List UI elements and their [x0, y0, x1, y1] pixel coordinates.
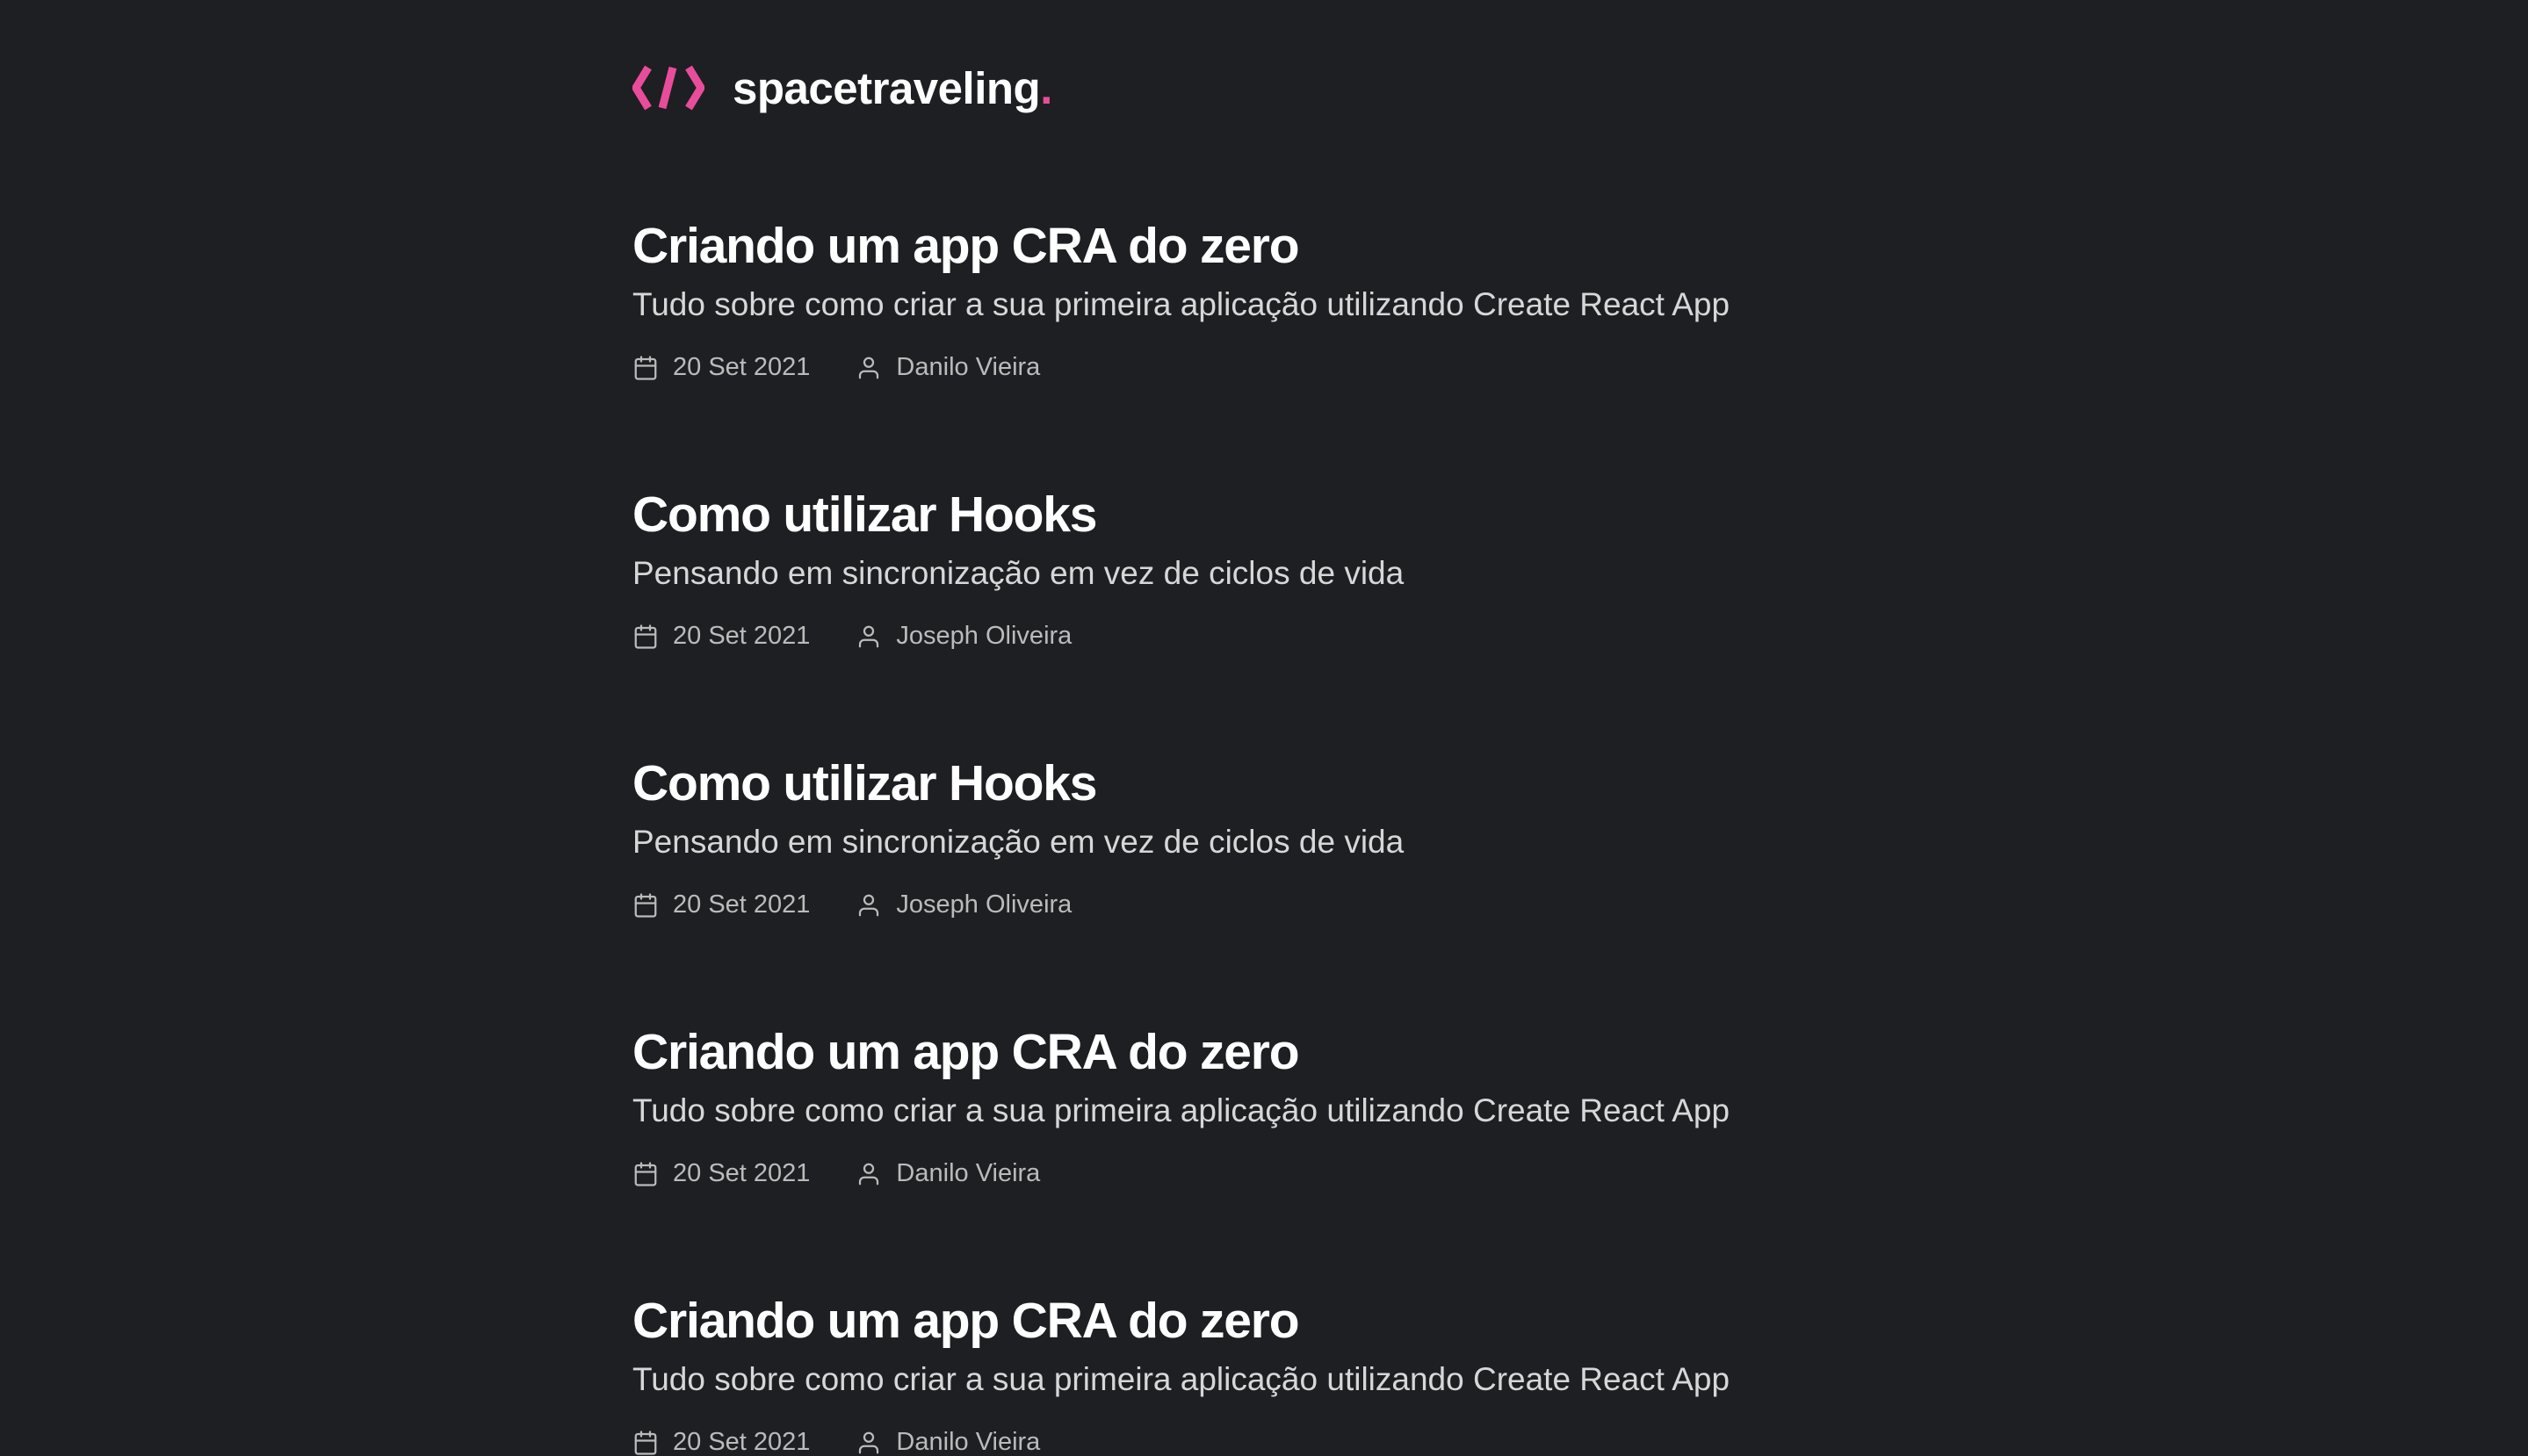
post-info: 20 Set 2021 Danilo Vieira: [632, 355, 1897, 381]
brand-name: spacetraveling: [733, 62, 1041, 113]
post-date: 20 Set 2021: [632, 623, 810, 650]
calendar-icon: [634, 893, 657, 918]
user-icon: [859, 894, 879, 917]
post-info: 20 Set 2021 Joseph Oliveira: [632, 623, 1897, 650]
post-info: 20 Set 2021 Danilo Vieira: [632, 1161, 1897, 1187]
post-subtitle: Pensando em sincronização em vez de cicl…: [632, 555, 1405, 591]
post-item[interactable]: Como utilizar Hooks Pensando em sincroni…: [632, 759, 1897, 919]
post-author-text: Danilo Vieira: [896, 1159, 1041, 1188]
post-title: Como utilizar Hooks: [632, 487, 1097, 543]
post-author-text: Danilo Vieira: [896, 353, 1041, 382]
post-date: 20 Set 2021: [632, 355, 810, 381]
post-title: Como utilizar Hooks: [632, 755, 1097, 811]
user-icon: [859, 1431, 879, 1454]
post-author: Danilo Vieira: [856, 1161, 1040, 1187]
post-subtitle: Tudo sobre como criar a sua primeira apl…: [632, 1092, 1730, 1128]
code-brackets-icon: [632, 65, 704, 111]
post-date: 20 Set 2021: [632, 892, 810, 919]
post-date-text: 20 Set 2021: [673, 622, 811, 651]
calendar-icon: [634, 1162, 657, 1186]
post-title: Criando um app CRA do zero: [632, 1024, 1300, 1080]
post-author-text: Joseph Oliveira: [896, 622, 1073, 651]
calendar-icon: [634, 356, 657, 380]
post-author: Danilo Vieira: [856, 355, 1040, 381]
home-link[interactable]: spacetraveling .: [632, 64, 1052, 112]
user-icon: [859, 1163, 879, 1186]
post-date-text: 20 Set 2021: [673, 890, 811, 919]
calendar-icon: [634, 624, 657, 649]
post-author-text: Joseph Oliveira: [896, 890, 1073, 919]
post-title: Criando um app CRA do zero: [632, 218, 1300, 274]
post-item[interactable]: Criando um app CRA do zero Tudo sobre co…: [632, 1027, 1897, 1187]
post-author-text: Danilo Vieira: [896, 1428, 1041, 1456]
post-author: Joseph Oliveira: [856, 892, 1072, 919]
post-subtitle: Tudo sobre como criar a sua primeira apl…: [632, 286, 1730, 322]
post-item[interactable]: Criando um app CRA do zero Tudo sobre co…: [632, 1296, 1897, 1456]
post-date: 20 Set 2021: [632, 1161, 810, 1187]
post-subtitle: Pensando em sincronização em vez de cicl…: [632, 824, 1405, 860]
post-item[interactable]: Como utilizar Hooks Pensando em sincroni…: [632, 490, 1897, 650]
post-date-text: 20 Set 2021: [673, 1159, 811, 1188]
post-info: 20 Set 2021 Joseph Oliveira: [632, 892, 1897, 919]
calendar-icon: [634, 1431, 657, 1455]
post-date-text: 20 Set 2021: [673, 353, 811, 382]
post-date: 20 Set 2021: [632, 1430, 810, 1456]
post-info: 20 Set 2021 Danilo Vieira: [632, 1430, 1897, 1456]
post-item[interactable]: Criando um app CRA do zero Tudo sobre co…: [632, 221, 1897, 381]
site-header: spacetraveling .: [632, 61, 1052, 114]
brand-dot: .: [1040, 62, 1053, 113]
post-subtitle: Tudo sobre como criar a sua primeira apl…: [632, 1361, 1730, 1397]
post-date-text: 20 Set 2021: [673, 1428, 811, 1456]
user-icon: [859, 357, 879, 379]
post-author: Danilo Vieira: [856, 1430, 1040, 1456]
post-title: Criando um app CRA do zero: [632, 1293, 1300, 1349]
user-icon: [859, 625, 879, 648]
post-author: Joseph Oliveira: [856, 623, 1072, 650]
